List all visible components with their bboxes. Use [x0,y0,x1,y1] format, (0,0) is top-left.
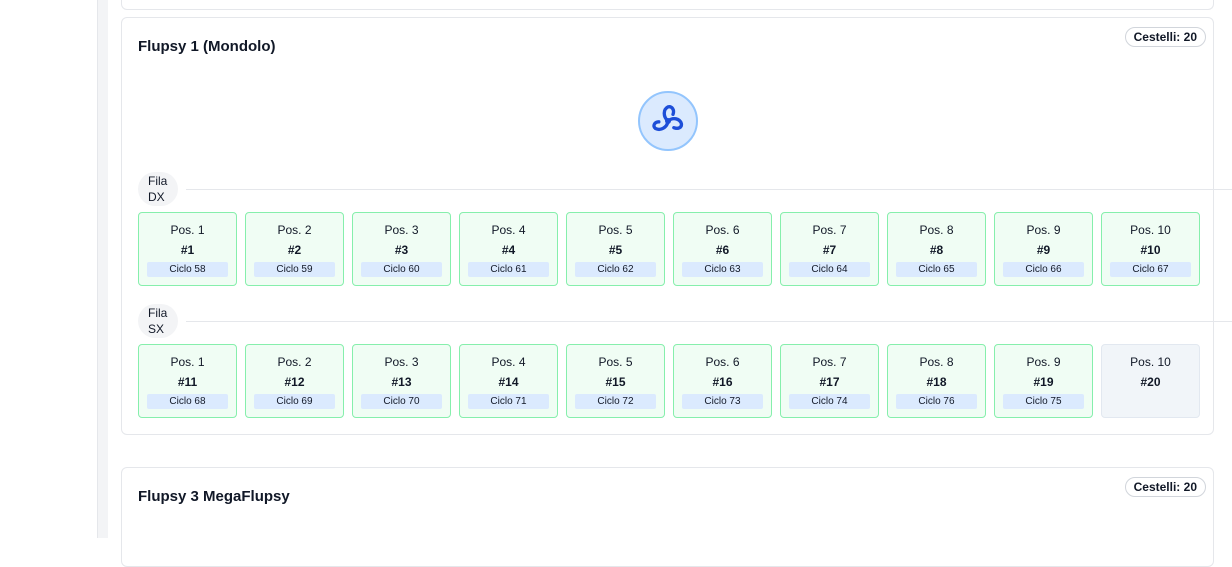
basket-position: Pos. 6 [705,355,740,369]
basket-cell[interactable]: Pos. 6 #16 Ciclo 73 [673,344,772,418]
basket-cell[interactable]: Pos. 7 #17 Ciclo 74 [780,344,879,418]
basket-row-sx: Pos. 1 #11 Ciclo 68 Pos. 2 #12 Ciclo 69 … [138,344,1200,418]
cycle-tag: Ciclo 75 [1003,394,1084,409]
cycle-tag: Ciclo 72 [575,394,656,409]
basket-position: Pos. 8 [919,223,954,237]
basket-cell[interactable]: Pos. 3 #13 Ciclo 70 [352,344,451,418]
cycle-tag: Ciclo 71 [468,394,549,409]
flupsy-card: Flupsy 1 (Mondolo) Cestelli: 20 Fila DX … [121,17,1232,435]
basket-position: Pos. 10 [1130,355,1171,369]
basket-position: Pos. 3 [384,355,419,369]
basket-position: Pos. 4 [491,355,526,369]
basket-position: Pos. 5 [598,223,633,237]
basket-cell[interactable]: Pos. 10 #10 Ciclo 67 [1101,212,1200,286]
basket-number: #20 [1140,375,1161,389]
cycle-tag: Ciclo 61 [468,262,549,277]
basket-cell[interactable]: Pos. 6 #6 Ciclo 63 [673,212,772,286]
basket-position: Pos. 1 [170,355,205,369]
cycle-tag: Ciclo 67 [1110,262,1191,277]
cycle-tag: Ciclo 60 [361,262,442,277]
cycle-tag: Ciclo 65 [896,262,977,277]
basket-cell[interactable]: Pos. 4 #14 Ciclo 71 [459,344,558,418]
basket-number: #8 [929,243,944,257]
basket-row-dx: Pos. 1 #1 Ciclo 58 Pos. 2 #2 Ciclo 59 Po… [138,212,1200,286]
cycle-tag: Ciclo 66 [1003,262,1084,277]
basket-cell-empty[interactable]: Pos. 10 #20 [1101,344,1200,418]
cycle-tag: Ciclo 64 [789,262,870,277]
basket-position: Pos. 9 [1026,223,1061,237]
basket-position: Pos. 5 [598,355,633,369]
sidebar-divider [97,0,108,538]
previous-card-bottom [121,0,1214,10]
basket-number: #7 [822,243,837,257]
propeller-icon [638,91,698,151]
basket-number: #12 [284,375,305,389]
cycle-tag: Ciclo 63 [682,262,763,277]
page-left-margin [0,0,97,538]
cycle-tag: Ciclo 76 [896,394,977,409]
basket-position: Pos. 2 [277,355,312,369]
basket-number: #11 [177,375,198,389]
basket-number: #16 [712,375,733,389]
basket-number: #5 [608,243,623,257]
cycle-tag: Ciclo 73 [682,394,763,409]
basket-number: #19 [1033,375,1054,389]
cycle-tag: Ciclo 59 [254,262,335,277]
row-divider [186,321,1232,322]
basket-position: Pos. 7 [812,355,847,369]
basket-number: #1 [180,243,195,257]
basket-cell[interactable]: Pos. 9 #9 Ciclo 66 [994,212,1093,286]
basket-cell[interactable]: Pos. 7 #7 Ciclo 64 [780,212,879,286]
basket-number: #15 [605,375,626,389]
basket-cell[interactable]: Pos. 1 #1 Ciclo 58 [138,212,237,286]
basket-position: Pos. 10 [1130,223,1171,237]
basket-cell[interactable]: Pos. 5 #15 Ciclo 72 [566,344,665,418]
basket-position: Pos. 2 [277,223,312,237]
basket-number: #13 [391,375,412,389]
cycle-tag: Ciclo 70 [361,394,442,409]
row-label-sx: Fila SX [138,304,178,338]
basket-number: #2 [287,243,302,257]
basket-number: #14 [498,375,519,389]
flupsy-card: Flupsy 3 MegaFlupsy Cestelli: 20 [121,467,1214,567]
basket-count-badge: Cestelli: 20 [1124,27,1206,47]
row-divider [186,189,1232,190]
basket-position: Pos. 6 [705,223,740,237]
basket-position: Pos. 9 [1026,355,1061,369]
row-label-dx: Fila DX [138,172,178,206]
basket-number: #18 [926,375,947,389]
basket-position: Pos. 7 [812,223,847,237]
cycle-tag: Ciclo 62 [575,262,656,277]
basket-cell[interactable]: Pos. 4 #4 Ciclo 61 [459,212,558,286]
cycle-tag: Ciclo 74 [789,394,870,409]
basket-number: #10 [1140,243,1161,257]
basket-count-badge: Cestelli: 20 [1124,477,1206,497]
basket-number: #4 [501,243,516,257]
flupsy-title: Flupsy 3 MegaFlupsy [138,488,290,505]
basket-cell[interactable]: Pos. 9 #19 Ciclo 75 [994,344,1093,418]
basket-position: Pos. 4 [491,223,526,237]
basket-cell[interactable]: Pos. 8 #8 Ciclo 65 [887,212,986,286]
basket-number: #17 [819,375,840,389]
basket-position: Pos. 8 [919,355,954,369]
basket-cell[interactable]: Pos. 2 #2 Ciclo 59 [245,212,344,286]
basket-position: Pos. 3 [384,223,419,237]
cycle-tag: Ciclo 68 [147,394,228,409]
basket-number: #3 [394,243,409,257]
basket-cell[interactable]: Pos. 3 #3 Ciclo 60 [352,212,451,286]
basket-number: #6 [715,243,730,257]
cycle-tag: Ciclo 58 [147,262,228,277]
cycle-tag: Ciclo 69 [254,394,335,409]
basket-position: Pos. 1 [170,223,205,237]
main-content: Flupsy 1 (Mondolo) Cestelli: 20 Fila DX … [108,0,1232,567]
basket-cell[interactable]: Pos. 8 #18 Ciclo 76 [887,344,986,418]
basket-number: #9 [1036,243,1051,257]
basket-cell[interactable]: Pos. 5 #5 Ciclo 62 [566,212,665,286]
flupsy-title: Flupsy 1 (Mondolo) [138,38,276,55]
basket-cell[interactable]: Pos. 2 #12 Ciclo 69 [245,344,344,418]
basket-cell[interactable]: Pos. 1 #11 Ciclo 68 [138,344,237,418]
